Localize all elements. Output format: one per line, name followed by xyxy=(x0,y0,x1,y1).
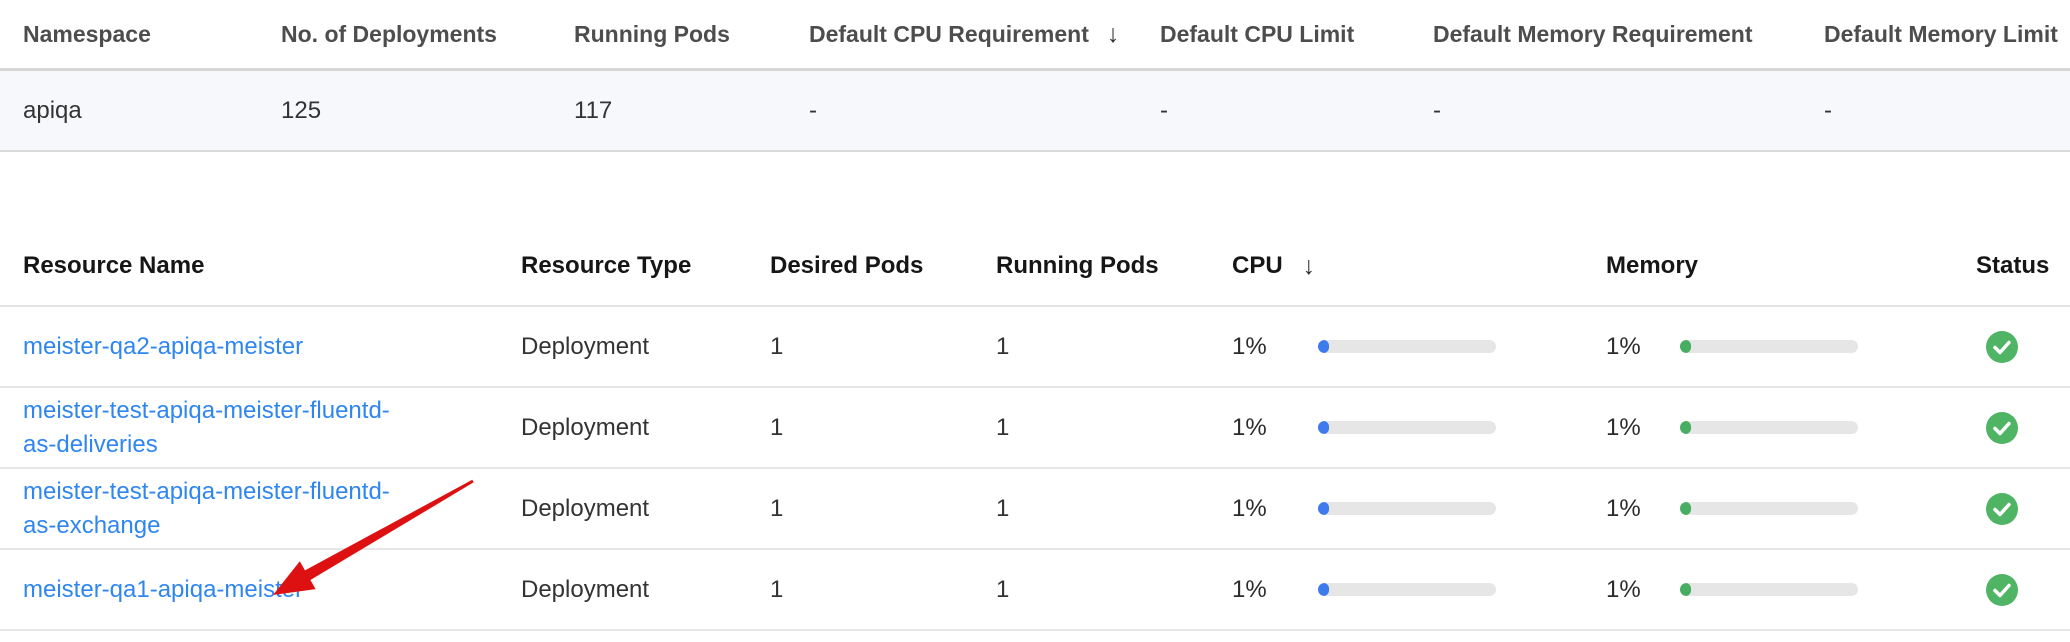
desired-pods-value: 1 xyxy=(770,576,996,604)
col-header-default-memory-requirement[interactable]: Default Memory Requirement xyxy=(1433,21,1824,48)
desired-pods-value: 1 xyxy=(770,495,996,523)
cpu-percent: 1% xyxy=(1232,414,1288,442)
col-header-default-cpu-limit[interactable]: Default CPU Limit xyxy=(1160,21,1433,48)
cpu-progress-bar xyxy=(1318,340,1496,353)
memory-percent: 1% xyxy=(1606,495,1652,523)
table-row: meister-test-apiqa-meister-fluentd-as-ex… xyxy=(0,469,2070,550)
default-cpu-limit-value: - xyxy=(1160,97,1433,125)
col-header-namespace[interactable]: Namespace xyxy=(23,21,281,48)
cpu-percent: 1% xyxy=(1232,333,1288,361)
col-header-memory[interactable]: Memory xyxy=(1606,252,1976,280)
col-header-status[interactable]: Status xyxy=(1976,252,2070,280)
resource-link[interactable]: meister-test-apiqa-meister-fluentd-as-ex… xyxy=(23,475,423,543)
cpu-progress-bar xyxy=(1318,502,1496,515)
col-header-resource-name[interactable]: Resource Name xyxy=(23,252,521,280)
status-healthy-icon xyxy=(1986,574,2018,606)
desired-pods-value: 1 xyxy=(770,414,996,442)
table-row: meister-apiqa-meister Deployment 1 1 1% … xyxy=(0,631,2070,642)
default-memory-requirement-value: - xyxy=(1433,97,1824,125)
resource-type: Deployment xyxy=(521,333,770,361)
table-row: meister-qa1-apiqa-meister Deployment 1 1… xyxy=(0,550,2070,631)
cpu-percent: 1% xyxy=(1232,576,1288,604)
status-healthy-icon xyxy=(1986,412,2018,444)
namespace-table-header: Namespace No. of Deployments Running Pod… xyxy=(0,0,2070,71)
resource-type: Deployment xyxy=(521,414,770,442)
resource-type: Deployment xyxy=(521,576,770,604)
running-pods-value: 1 xyxy=(996,414,1232,442)
cpu-progress-fill xyxy=(1318,340,1329,353)
namespace-name: apiqa xyxy=(23,97,281,125)
running-pods-count: 117 xyxy=(574,97,809,125)
col-header-desired-pods[interactable]: Desired Pods xyxy=(770,252,996,280)
col-header-running-pods[interactable]: Running Pods xyxy=(996,252,1232,280)
memory-progress-bar xyxy=(1680,421,1858,434)
resource-dashboard: Namespace No. of Deployments Running Pod… xyxy=(0,0,2070,642)
memory-progress-fill xyxy=(1680,421,1691,434)
running-pods-value: 1 xyxy=(996,333,1232,361)
resource-table-header: Resource Name Resource Type Desired Pods… xyxy=(0,227,2070,307)
memory-percent: 1% xyxy=(1606,414,1652,442)
memory-percent: 1% xyxy=(1606,333,1652,361)
cpu-progress-bar xyxy=(1318,421,1496,434)
status-healthy-icon xyxy=(1986,331,2018,363)
memory-progress-fill xyxy=(1680,583,1691,596)
table-row: meister-qa2-apiqa-meister Deployment 1 1… xyxy=(0,307,2070,388)
default-memory-limit-value: - xyxy=(1824,97,2070,125)
running-pods-value: 1 xyxy=(996,576,1232,604)
deployments-count: 125 xyxy=(281,97,574,125)
resource-link[interactable]: meister-qa1-apiqa-meister xyxy=(23,573,303,607)
sort-descending-icon[interactable]: ↓ xyxy=(1107,20,1120,49)
cpu-percent: 1% xyxy=(1232,495,1288,523)
col-header-default-cpu-requirement[interactable]: Default CPU Requirement ↓ xyxy=(809,20,1160,49)
memory-progress-bar xyxy=(1680,502,1858,515)
memory-progress-bar xyxy=(1680,340,1858,353)
memory-percent: 1% xyxy=(1606,576,1652,604)
table-gap xyxy=(0,152,2070,227)
desired-pods-value: 1 xyxy=(770,333,996,361)
memory-progress-fill xyxy=(1680,340,1691,353)
resource-type: Deployment xyxy=(521,495,770,523)
col-header-cpu[interactable]: CPU ↓ xyxy=(1232,252,1606,281)
col-header-running-pods[interactable]: Running Pods xyxy=(574,21,809,48)
status-healthy-icon xyxy=(1986,493,2018,525)
col-header-default-memory-limit[interactable]: Default Memory Limit xyxy=(1824,21,2070,48)
default-cpu-requirement-value: - xyxy=(809,97,1160,125)
cpu-progress-bar xyxy=(1318,583,1496,596)
cpu-progress-fill xyxy=(1318,502,1329,515)
table-row: meister-test-apiqa-meister-fluentd-as-de… xyxy=(0,388,2070,469)
running-pods-value: 1 xyxy=(996,495,1232,523)
memory-progress-bar xyxy=(1680,583,1858,596)
memory-progress-fill xyxy=(1680,502,1691,515)
resource-link[interactable]: meister-test-apiqa-meister-fluentd-as-de… xyxy=(23,394,423,462)
col-header-resource-type[interactable]: Resource Type xyxy=(521,252,770,280)
col-header-deployments[interactable]: No. of Deployments xyxy=(281,21,574,48)
namespace-row-apiqa[interactable]: apiqa 125 117 - - - - xyxy=(0,71,2070,152)
cpu-progress-fill xyxy=(1318,583,1329,596)
sort-descending-icon[interactable]: ↓ xyxy=(1303,252,1316,281)
cpu-progress-fill xyxy=(1318,421,1329,434)
resource-link[interactable]: meister-qa2-apiqa-meister xyxy=(23,330,303,364)
